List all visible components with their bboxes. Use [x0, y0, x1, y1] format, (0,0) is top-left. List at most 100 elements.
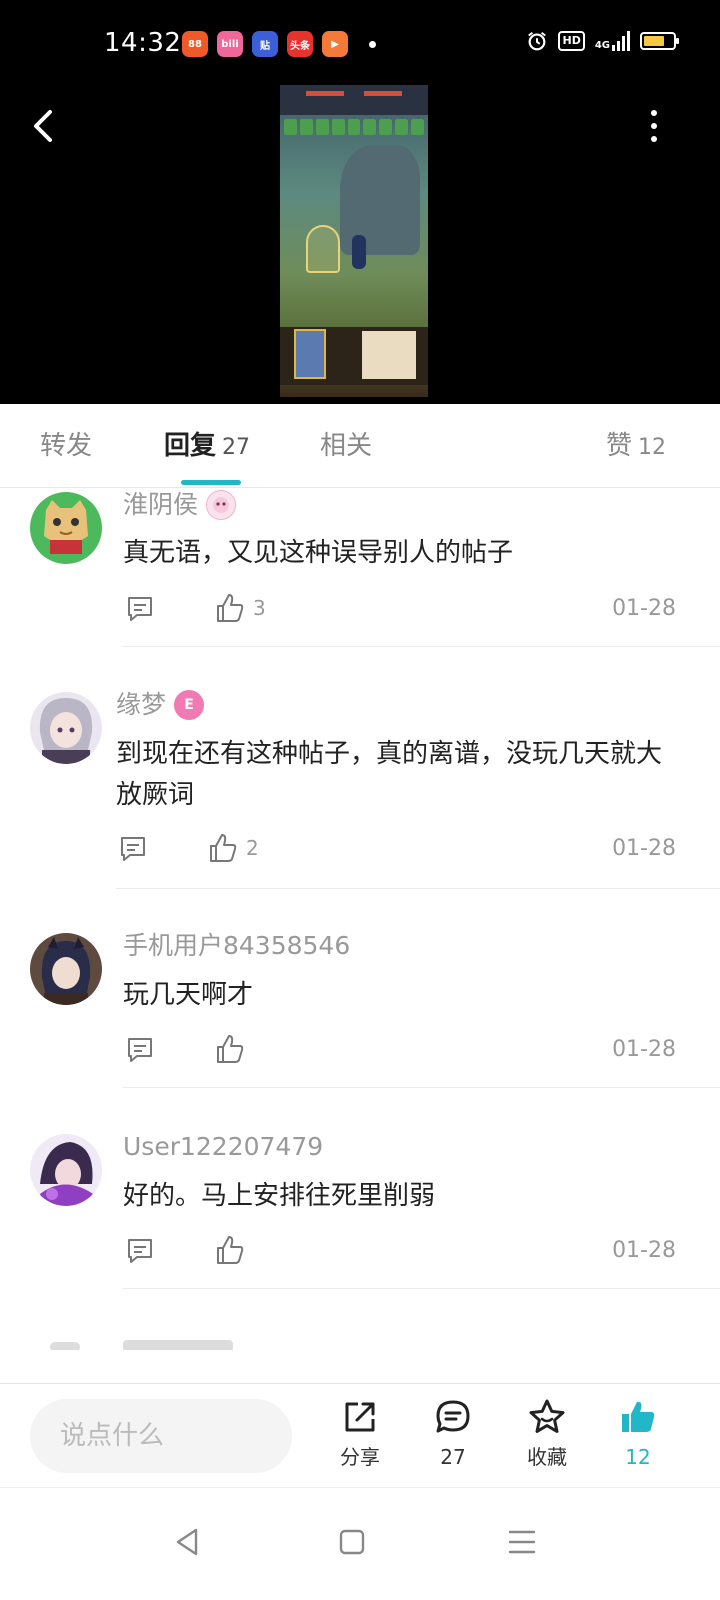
username[interactable]: 缘梦 E — [116, 688, 205, 722]
avatar[interactable] — [30, 1134, 102, 1206]
comment-text: 到现在还有这种帖子，真的离谱，没玩几天就大放厥词 — [116, 739, 663, 810]
username-text: 淮阴侯 — [123, 490, 199, 519]
anime-avatar-icon — [39, 698, 93, 764]
tab-replies-count: 27 — [222, 435, 251, 460]
comment-date: 01-28 — [612, 836, 676, 861]
comment-bubble-icon — [436, 1400, 470, 1433]
share-label: 分享 — [340, 1445, 380, 1469]
thumbs-up-icon[interactable] — [215, 1033, 245, 1065]
star-icon — [529, 1399, 565, 1433]
favorite-label: 收藏 — [527, 1445, 567, 1469]
bilibili-icon: bili — [217, 31, 243, 57]
thumbs-up-icon[interactable] — [208, 832, 238, 864]
comment-item: 淮阴侯 真无语，又见这种误导别人的帖子 3 01-28 — [0, 488, 720, 648]
tieba-icon: 贴 — [252, 31, 278, 57]
avatar[interactable] — [30, 692, 102, 764]
reply-icon[interactable] — [125, 1236, 155, 1266]
share-button[interactable]: 分享 — [320, 1398, 400, 1478]
tab-likes[interactable]: 赞 12 — [606, 428, 666, 466]
network-type: 4G — [594, 40, 610, 51]
comment-date: 01-28 — [612, 596, 676, 621]
tab-related[interactable]: 相关 — [320, 428, 372, 464]
like-button[interactable]: 12 — [598, 1398, 678, 1478]
tab-related-label: 相关 — [320, 431, 373, 461]
like-count: 2 — [246, 836, 259, 860]
thumbs-up-icon[interactable] — [215, 592, 245, 624]
alarm-icon — [528, 31, 547, 51]
divider — [122, 1087, 720, 1088]
next-comment-peek — [0, 1330, 720, 1350]
bottom-action-bar: 说点什么 分享 27 收藏 12 — [0, 1383, 720, 1487]
username-text: 手机用户84358546 — [123, 931, 351, 960]
reply-icon[interactable] — [118, 834, 148, 864]
signal-icon: 4G — [595, 31, 630, 51]
divider — [122, 1288, 720, 1289]
more-vertical-icon — [651, 110, 657, 116]
like-count-total: 12 — [625, 1445, 651, 1469]
comment-actions — [125, 1232, 325, 1272]
comment-item: User122207479 好的。马上安排往死里削弱 01-28 — [0, 1130, 720, 1290]
like-count: 3 — [253, 596, 266, 620]
nav-home-icon[interactable] — [330, 1520, 374, 1564]
username[interactable]: 手机用户84358546 — [123, 929, 350, 963]
anime-avatar-icon — [40, 1142, 96, 1206]
system-navigation-bar — [0, 1487, 720, 1600]
more-options-button[interactable] — [644, 104, 664, 148]
tab-bar: 转发 回复 27 相关 赞 12 — [0, 404, 720, 488]
username-text: User122207479 — [123, 1132, 324, 1161]
comment-item: 手机用户84358546 玩几天啊才 01-28 — [0, 929, 720, 1089]
reply-icon[interactable] — [125, 594, 155, 624]
divider — [116, 888, 720, 889]
reply-count: 27 — [440, 1445, 466, 1469]
video-thumbnail[interactable] — [280, 85, 428, 397]
battery-icon — [640, 32, 679, 50]
tab-likes-label: 赞 — [606, 431, 633, 461]
nav-menu-icon[interactable] — [500, 1520, 544, 1564]
username[interactable]: User122207479 — [123, 1130, 323, 1164]
thumbs-up-icon[interactable] — [215, 1234, 245, 1266]
comment-date: 01-28 — [612, 1238, 676, 1263]
anime-avatar-icon — [41, 937, 91, 1005]
comment-text: 好的。马上安排往死里削弱 — [123, 1181, 436, 1211]
divider — [122, 646, 720, 647]
comment-actions: 3 — [125, 590, 325, 630]
thumbs-up-filled-icon — [622, 1401, 655, 1432]
system-status: HD 4G — [526, 30, 679, 52]
tab-likes-count: 12 — [638, 435, 667, 460]
comment-input[interactable]: 说点什么 — [30, 1399, 292, 1473]
comment-actions — [125, 1031, 325, 1071]
chevron-left-icon — [34, 110, 52, 142]
pink-anime-badge-icon — [206, 490, 237, 520]
avatar[interactable] — [30, 492, 102, 564]
comment-actions: 2 — [118, 830, 318, 870]
reply-count-button[interactable]: 27 — [413, 1398, 493, 1478]
comment-date: 01-28 — [612, 1037, 676, 1062]
active-tab-indicator — [181, 480, 241, 485]
share-icon — [345, 1402, 375, 1432]
tab-replies-label: 回复 — [164, 431, 217, 461]
tab-forward-label: 转发 — [40, 431, 93, 461]
tab-forward[interactable]: 转发 — [40, 428, 92, 464]
status-time: 14:32 — [104, 28, 182, 58]
tab-replies[interactable]: 回复 27 — [164, 428, 250, 466]
favorite-button[interactable]: 收藏 — [507, 1398, 587, 1478]
hd-icon: HD — [558, 31, 585, 51]
avatar[interactable] — [30, 933, 102, 1005]
more-notifications-dot — [369, 40, 376, 48]
media-header: 14:32 88 bili 贴 头条 ▶ HD 4G — [0, 0, 720, 404]
nav-back-icon[interactable] — [166, 1520, 210, 1564]
comment-text: 真无语，又见这种误导别人的帖子 — [123, 538, 514, 568]
reply-icon[interactable] — [125, 1035, 155, 1065]
level-badge-icon: E — [174, 690, 205, 720]
notification-icons: 88 bili 贴 头条 ▶ — [182, 31, 376, 57]
comment-item: 缘梦 E 到现在还有这种帖子，真的离谱，没玩几天就大放厥词 2 01-28 — [0, 688, 720, 892]
cat-avatar-icon — [44, 500, 88, 554]
game-icon: ▶ — [322, 31, 348, 57]
toutiao-icon: 头条 — [287, 31, 313, 57]
username[interactable]: 淮阴侯 — [123, 488, 237, 522]
grid-app-icon: 88 — [182, 31, 208, 57]
username-text: 缘梦 — [116, 690, 167, 719]
back-button[interactable] — [24, 104, 64, 148]
status-bar: 14:32 88 bili 贴 头条 ▶ HD 4G — [0, 0, 720, 88]
comment-text: 玩几天啊才 — [123, 980, 254, 1010]
